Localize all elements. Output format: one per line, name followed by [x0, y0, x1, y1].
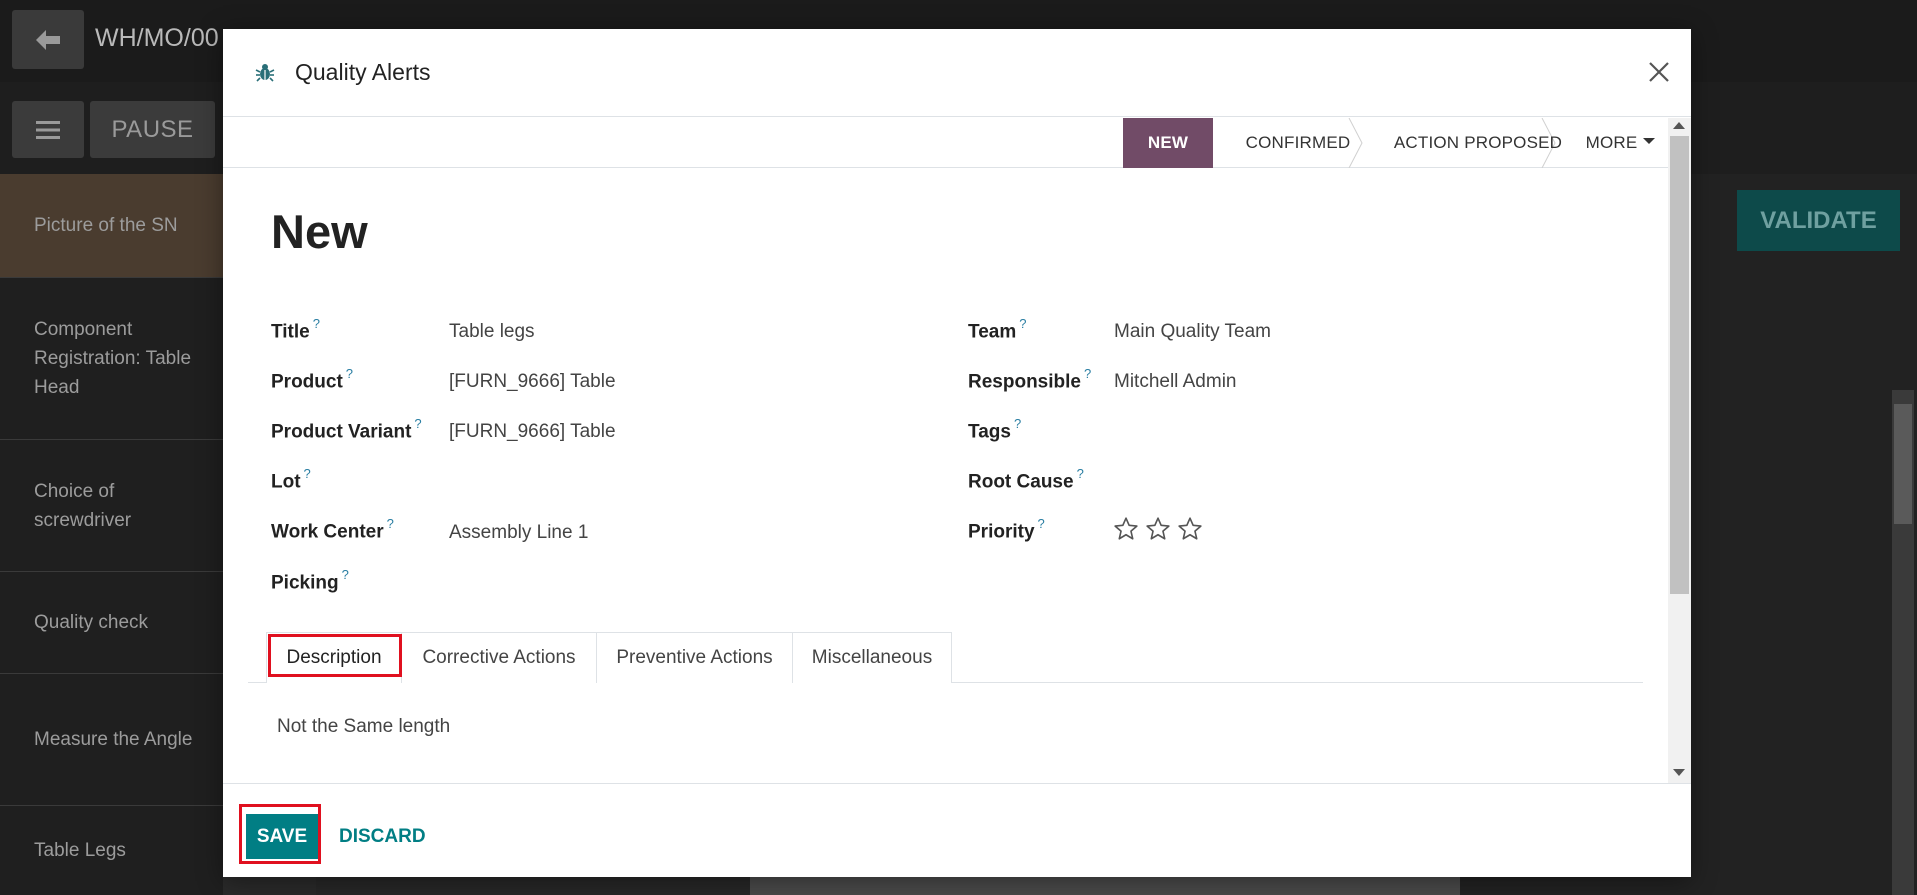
record-title: New	[271, 205, 368, 258]
status-bar: NEW CONFIRMED ACTION PROPOSED MORE	[223, 118, 1668, 168]
product-variant-field[interactable]: [FURN_9666] Table	[449, 421, 616, 443]
picking-label: Picking?	[271, 567, 349, 594]
sidebar-step-label: Table Legs	[34, 840, 126, 861]
tags-label: Tags?	[968, 416, 1021, 443]
help-tooltip-icon[interactable]: ?	[414, 416, 421, 431]
page-scrollbar-thumb[interactable]	[1894, 404, 1912, 524]
field-label-text: Root Cause	[968, 471, 1074, 493]
order-reference: WH/MO/00	[95, 24, 219, 52]
stage-confirmed[interactable]: CONFIRMED	[1223, 118, 1373, 168]
stage-label: NEW	[1147, 133, 1189, 152]
sidebar-step-quality-check[interactable]: Quality check	[0, 572, 223, 674]
discard-button[interactable]: DISCARD	[339, 814, 426, 859]
field-label-text: Work Center	[271, 521, 384, 543]
hamburger-icon	[36, 120, 60, 139]
tab-description[interactable]: Description	[266, 632, 402, 683]
product-variant-label: Product Variant?	[271, 416, 422, 443]
help-tooltip-icon[interactable]: ?	[1038, 516, 1045, 531]
help-tooltip-icon[interactable]: ?	[342, 567, 349, 582]
field-label-text: Tags	[968, 421, 1011, 443]
stage-more-dropdown[interactable]: MORE	[1578, 118, 1663, 168]
sidebar-step-component-registration[interactable]: Component Registration: Table Head	[0, 278, 223, 440]
validate-button[interactable]: VALIDATE	[1737, 190, 1900, 251]
tab-preventive-actions[interactable]: Preventive Actions	[596, 632, 793, 683]
field-label-text: Responsible	[968, 371, 1081, 393]
help-tooltip-icon[interactable]: ?	[1084, 366, 1091, 381]
responsible-label: Responsible?	[968, 366, 1091, 393]
sidebar-step-label: Component Registration: Table Head	[34, 319, 192, 398]
arrow-left-icon	[36, 29, 60, 50]
tab-label: Description	[286, 647, 382, 668]
responsible-field[interactable]: Mitchell Admin	[1114, 371, 1237, 393]
dialog-header: Quality Alerts	[223, 29, 1691, 117]
sidebar-step-picture-sn[interactable]: Picture of the SN	[0, 174, 223, 278]
field-label-text: Team	[968, 321, 1017, 343]
notebook-tabs: Description Corrective Actions Preventiv…	[248, 632, 1643, 683]
field-label-text: Title	[271, 321, 310, 343]
sidebar-step-label: Quality check	[34, 612, 149, 633]
quality-alert-dialog: Quality Alerts NEW CONFIRMED ACTION PROP…	[223, 29, 1691, 877]
bug-icon	[255, 64, 275, 82]
lot-label: Lot?	[271, 466, 311, 493]
tab-label: Corrective Actions	[422, 647, 576, 668]
help-tooltip-icon[interactable]: ?	[387, 516, 394, 531]
sidebar-step-label: Choice of screwdriver	[34, 480, 132, 531]
product-label: Product?	[271, 366, 353, 393]
stage-label: CONFIRMED	[1245, 133, 1351, 152]
scroll-up-icon[interactable]	[1673, 122, 1685, 129]
priority-star-icon[interactable]	[1113, 516, 1139, 542]
root-cause-label: Root Cause?	[968, 466, 1084, 493]
menu-button[interactable]	[12, 101, 84, 158]
field-label-text: Picking	[271, 572, 339, 594]
caret-down-icon	[1643, 138, 1656, 144]
help-tooltip-icon[interactable]: ?	[313, 316, 320, 331]
stage-label: ACTION PROPOSED	[1393, 133, 1563, 152]
field-label-text: Lot	[271, 471, 301, 493]
sidebar-step-label: Measure the Angle	[34, 729, 193, 750]
dialog-footer: SAVE DISCARD	[223, 783, 1691, 877]
tab-corrective-actions[interactable]: Corrective Actions	[401, 632, 597, 683]
sidebar-step-table-legs[interactable]: Table Legs	[0, 806, 223, 895]
stage-action-proposed[interactable]: ACTION PROPOSED	[1383, 118, 1573, 168]
tab-label: Preventive Actions	[616, 647, 773, 668]
help-tooltip-icon[interactable]: ?	[304, 466, 311, 481]
team-field[interactable]: Main Quality Team	[1114, 321, 1271, 343]
help-tooltip-icon[interactable]: ?	[1019, 316, 1026, 331]
save-button[interactable]: SAVE	[246, 814, 318, 859]
close-icon[interactable]	[1644, 57, 1674, 87]
sidebar-step-label: Picture of the SN	[34, 215, 178, 236]
title-field[interactable]: Table legs	[449, 321, 535, 343]
tab-miscellaneous[interactable]: Miscellaneous	[792, 632, 952, 683]
field-label-text: Product Variant	[271, 421, 412, 443]
sidebar-step-choice-screwdriver[interactable]: Choice of screwdriver	[0, 440, 223, 572]
dialog-body: NEW CONFIRMED ACTION PROPOSED MORE New T…	[223, 118, 1691, 783]
work-center-field[interactable]: Assembly Line 1	[449, 522, 588, 544]
field-label-text: Product	[271, 371, 343, 393]
stage-arrow	[1200, 118, 1213, 168]
pause-button[interactable]: PAUSE	[90, 101, 215, 158]
description-content[interactable]: Not the Same length	[277, 716, 450, 738]
back-button[interactable]	[12, 10, 84, 69]
work-center-label: Work Center?	[271, 516, 394, 543]
product-field[interactable]: [FURN_9666] Table	[449, 371, 616, 393]
scroll-down-icon[interactable]	[1673, 769, 1685, 776]
dialog-scrollbar-thumb[interactable]	[1670, 136, 1689, 594]
sidebar-step-measure-angle[interactable]: Measure the Angle	[0, 674, 223, 806]
help-tooltip-icon[interactable]: ?	[346, 366, 353, 381]
help-tooltip-icon[interactable]: ?	[1077, 466, 1084, 481]
priority-star-icon[interactable]	[1145, 516, 1171, 542]
help-tooltip-icon[interactable]: ?	[1014, 416, 1021, 431]
priority-label: Priority?	[968, 516, 1045, 543]
priority-star-icon[interactable]	[1177, 516, 1203, 542]
field-label-text: Priority	[968, 521, 1035, 543]
tab-label: Miscellaneous	[811, 647, 933, 668]
title-label: Title?	[271, 316, 320, 343]
stage-label: MORE	[1585, 133, 1638, 152]
team-label: Team?	[968, 316, 1026, 343]
dialog-title: Quality Alerts	[295, 59, 431, 85]
